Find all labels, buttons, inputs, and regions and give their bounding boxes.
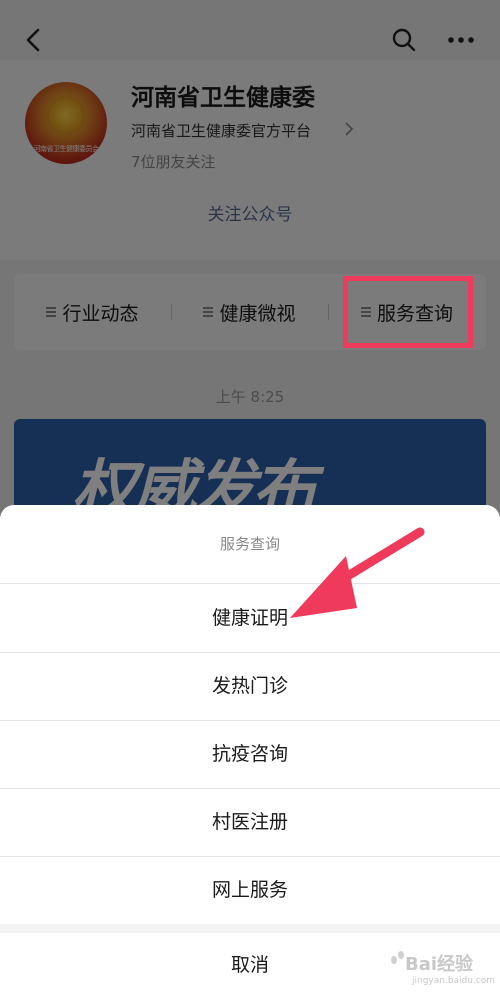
watermark-text: Bai经验: [405, 954, 474, 975]
option-village-doctor-registration[interactable]: 村医注册: [0, 788, 500, 857]
watermark-url: jingyan.baidu.com: [412, 976, 496, 986]
option-online-service[interactable]: 网上服务: [0, 856, 500, 924]
option-health-certificate[interactable]: 健康证明: [0, 584, 500, 653]
action-sheet: 服务查询 健康证明 发热门诊 抗疫咨询 村医注册 网上服务 取消: [0, 505, 500, 1000]
option-epidemic-consult[interactable]: 抗疫咨询: [0, 720, 500, 789]
highlight-box: [343, 276, 473, 348]
option-fever-clinic[interactable]: 发热门诊: [0, 652, 500, 721]
sheet-gap: [0, 924, 500, 933]
sheet-title: 服务查询: [0, 505, 500, 584]
